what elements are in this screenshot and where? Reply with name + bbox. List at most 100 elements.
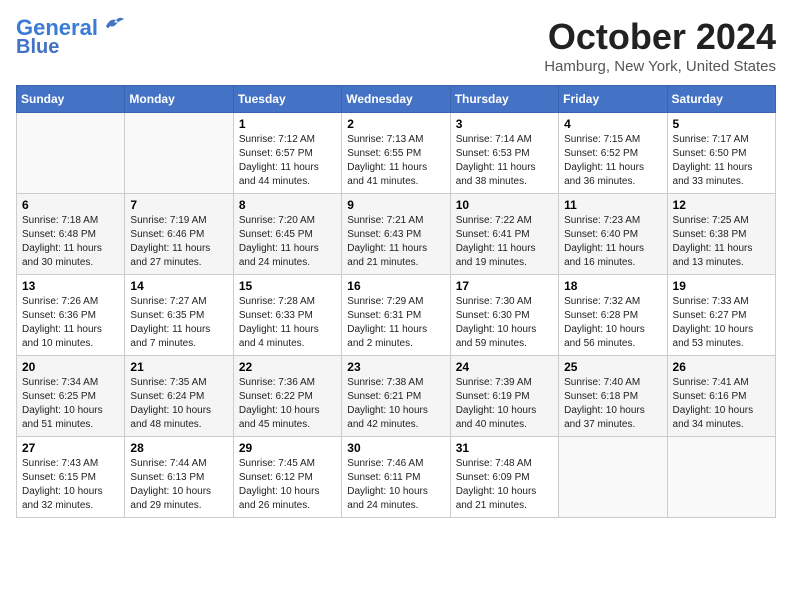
calendar-week-row: 1 Sunrise: 7:12 AM Sunset: 6:57 PM Daylig… — [17, 113, 776, 194]
weekday-header-cell: Wednesday — [342, 86, 450, 113]
calendar-cell — [17, 113, 125, 194]
day-info: Sunrise: 7:27 AM Sunset: 6:35 PM Dayligh… — [130, 295, 227, 351]
calendar-cell: 3Sunrise: 7:14 AM Sunset: 6:53 PM Daylig… — [450, 113, 558, 194]
calendar-cell: 8 Sunrise: 7:20 AM Sunset: 6:45 PM Daylig… — [233, 194, 341, 275]
day-info: Sunrise: 7:34 AM Sunset: 6:25 PM Dayligh… — [22, 376, 119, 432]
day-number: 28 — [130, 441, 227, 455]
day-number: 25 — [564, 360, 661, 374]
calendar-cell — [125, 113, 233, 194]
day-info: Sunrise: 7:46 AM Sunset: 6:11 PM Dayligh… — [347, 457, 444, 513]
calendar-cell: 18 Sunrise: 7:32 AM Sunset: 6:28 PM Dayli… — [559, 275, 667, 356]
logo: General Blue — [16, 16, 124, 58]
calendar-week-row: 27Sunrise: 7:43 AM Sunset: 6:15 PM Dayli… — [17, 437, 776, 518]
day-number: 16 — [347, 279, 444, 293]
day-number: 18 — [564, 279, 661, 293]
day-number: 8 — [239, 198, 336, 212]
day-info: Sunrise: 7:30 AM Sunset: 6:30 PM Dayligh… — [456, 295, 553, 351]
day-number: 13 — [22, 279, 119, 293]
day-info: Sunrise: 7:12 AM Sunset: 6:57 PM Dayligh… — [239, 133, 336, 189]
calendar-cell: 20 Sunrise: 7:34 AM Sunset: 6:25 PM Dayli… — [17, 356, 125, 437]
day-info: Sunrise: 7:25 AM Sunset: 6:38 PM Dayligh… — [673, 214, 770, 270]
day-info: Sunrise: 7:22 AM Sunset: 6:41 PM Dayligh… — [456, 214, 553, 270]
calendar-cell: 1 Sunrise: 7:12 AM Sunset: 6:57 PM Daylig… — [233, 113, 341, 194]
location-subtitle: Hamburg, New York, United States — [544, 58, 776, 75]
title-block: October 2024 Hamburg, New York, United S… — [544, 16, 776, 75]
day-info: Sunrise: 7:44 AM Sunset: 6:13 PM Dayligh… — [130, 457, 227, 513]
calendar-cell: 25 Sunrise: 7:40 AM Sunset: 6:18 PM Dayli… — [559, 356, 667, 437]
day-number: 4 — [564, 117, 661, 131]
calendar-cell — [559, 437, 667, 518]
day-number: 14 — [130, 279, 227, 293]
day-info: Sunrise: 7:33 AM Sunset: 6:27 PM Dayligh… — [673, 295, 770, 351]
day-number: 3 — [456, 117, 553, 131]
weekday-header-cell: Thursday — [450, 86, 558, 113]
calendar-cell: 12 Sunrise: 7:25 AM Sunset: 6:38 PM Dayli… — [667, 194, 775, 275]
day-number: 9 — [347, 198, 444, 212]
calendar-cell: 13Sunrise: 7:26 AM Sunset: 6:36 PM Dayli… — [17, 275, 125, 356]
day-info: Sunrise: 7:48 AM Sunset: 6:09 PM Dayligh… — [456, 457, 553, 513]
day-info: Sunrise: 7:15 AM Sunset: 6:52 PM Dayligh… — [564, 133, 661, 189]
day-info: Sunrise: 7:40 AM Sunset: 6:18 PM Dayligh… — [564, 376, 661, 432]
day-info: Sunrise: 7:21 AM Sunset: 6:43 PM Dayligh… — [347, 214, 444, 270]
day-info: Sunrise: 7:43 AM Sunset: 6:15 PM Dayligh… — [22, 457, 119, 513]
calendar-cell: 30 Sunrise: 7:46 AM Sunset: 6:11 PM Dayli… — [342, 437, 450, 518]
day-info: Sunrise: 7:23 AM Sunset: 6:40 PM Dayligh… — [564, 214, 661, 270]
day-info: Sunrise: 7:28 AM Sunset: 6:33 PM Dayligh… — [239, 295, 336, 351]
calendar-cell: 31Sunrise: 7:48 AM Sunset: 6:09 PM Dayli… — [450, 437, 558, 518]
day-info: Sunrise: 7:39 AM Sunset: 6:19 PM Dayligh… — [456, 376, 553, 432]
calendar-week-row: 13Sunrise: 7:26 AM Sunset: 6:36 PM Dayli… — [17, 275, 776, 356]
day-number: 11 — [564, 198, 661, 212]
calendar-cell: 21Sunrise: 7:35 AM Sunset: 6:24 PM Dayli… — [125, 356, 233, 437]
day-number: 12 — [673, 198, 770, 212]
day-number: 10 — [456, 198, 553, 212]
calendar-cell: 6 Sunrise: 7:18 AM Sunset: 6:48 PM Daylig… — [17, 194, 125, 275]
calendar-cell: 27Sunrise: 7:43 AM Sunset: 6:15 PM Dayli… — [17, 437, 125, 518]
day-number: 23 — [347, 360, 444, 374]
calendar-cell: 9 Sunrise: 7:21 AM Sunset: 6:43 PM Daylig… — [342, 194, 450, 275]
day-number: 15 — [239, 279, 336, 293]
calendar-cell: 10 Sunrise: 7:22 AM Sunset: 6:41 PM Dayli… — [450, 194, 558, 275]
day-number: 29 — [239, 441, 336, 455]
day-number: 26 — [673, 360, 770, 374]
calendar-cell: 26 Sunrise: 7:41 AM Sunset: 6:16 PM Dayli… — [667, 356, 775, 437]
calendar-cell: 11 Sunrise: 7:23 AM Sunset: 6:40 PM Dayli… — [559, 194, 667, 275]
day-info: Sunrise: 7:45 AM Sunset: 6:12 PM Dayligh… — [239, 457, 336, 513]
day-info: Sunrise: 7:35 AM Sunset: 6:24 PM Dayligh… — [130, 376, 227, 432]
calendar-cell: 29 Sunrise: 7:45 AM Sunset: 6:12 PM Dayli… — [233, 437, 341, 518]
day-info: Sunrise: 7:18 AM Sunset: 6:48 PM Dayligh… — [22, 214, 119, 270]
day-number: 6 — [22, 198, 119, 212]
day-info: Sunrise: 7:29 AM Sunset: 6:31 PM Dayligh… — [347, 295, 444, 351]
day-info: Sunrise: 7:41 AM Sunset: 6:16 PM Dayligh… — [673, 376, 770, 432]
calendar-cell: 4 Sunrise: 7:15 AM Sunset: 6:52 PM Daylig… — [559, 113, 667, 194]
day-number: 17 — [456, 279, 553, 293]
weekday-header-cell: Monday — [125, 86, 233, 113]
weekday-header-cell: Tuesday — [233, 86, 341, 113]
day-number: 19 — [673, 279, 770, 293]
day-number: 7 — [130, 198, 227, 212]
month-title: October 2024 — [544, 16, 776, 58]
calendar-cell: 17 Sunrise: 7:30 AM Sunset: 6:30 PM Dayli… — [450, 275, 558, 356]
calendar-cell: 5Sunrise: 7:17 AM Sunset: 6:50 PM Daylig… — [667, 113, 775, 194]
day-info: Sunrise: 7:38 AM Sunset: 6:21 PM Dayligh… — [347, 376, 444, 432]
weekday-header-row: SundayMondayTuesdayWednesdayThursdayFrid… — [17, 86, 776, 113]
logo-bird-icon — [102, 16, 124, 34]
calendar-week-row: 6 Sunrise: 7:18 AM Sunset: 6:48 PM Daylig… — [17, 194, 776, 275]
calendar-cell: 23 Sunrise: 7:38 AM Sunset: 6:21 PM Dayli… — [342, 356, 450, 437]
weekday-header-cell: Friday — [559, 86, 667, 113]
weekday-header-cell: Saturday — [667, 86, 775, 113]
calendar-week-row: 20 Sunrise: 7:34 AM Sunset: 6:25 PM Dayli… — [17, 356, 776, 437]
page-header: General Blue October 2024 Hamburg, New Y… — [16, 16, 776, 75]
calendar-cell: 28 Sunrise: 7:44 AM Sunset: 6:13 PM Dayli… — [125, 437, 233, 518]
day-info: Sunrise: 7:32 AM Sunset: 6:28 PM Dayligh… — [564, 295, 661, 351]
day-info: Sunrise: 7:20 AM Sunset: 6:45 PM Dayligh… — [239, 214, 336, 270]
weekday-header-cell: Sunday — [17, 86, 125, 113]
logo-blue: Blue — [16, 36, 59, 58]
day-number: 24 — [456, 360, 553, 374]
day-number: 1 — [239, 117, 336, 131]
calendar-cell: 14 Sunrise: 7:27 AM Sunset: 6:35 PM Dayli… — [125, 275, 233, 356]
calendar-cell: 22Sunrise: 7:36 AM Sunset: 6:22 PM Dayli… — [233, 356, 341, 437]
calendar-cell: 15 Sunrise: 7:28 AM Sunset: 6:33 PM Dayli… — [233, 275, 341, 356]
day-number: 20 — [22, 360, 119, 374]
day-number: 30 — [347, 441, 444, 455]
day-info: Sunrise: 7:19 AM Sunset: 6:46 PM Dayligh… — [130, 214, 227, 270]
